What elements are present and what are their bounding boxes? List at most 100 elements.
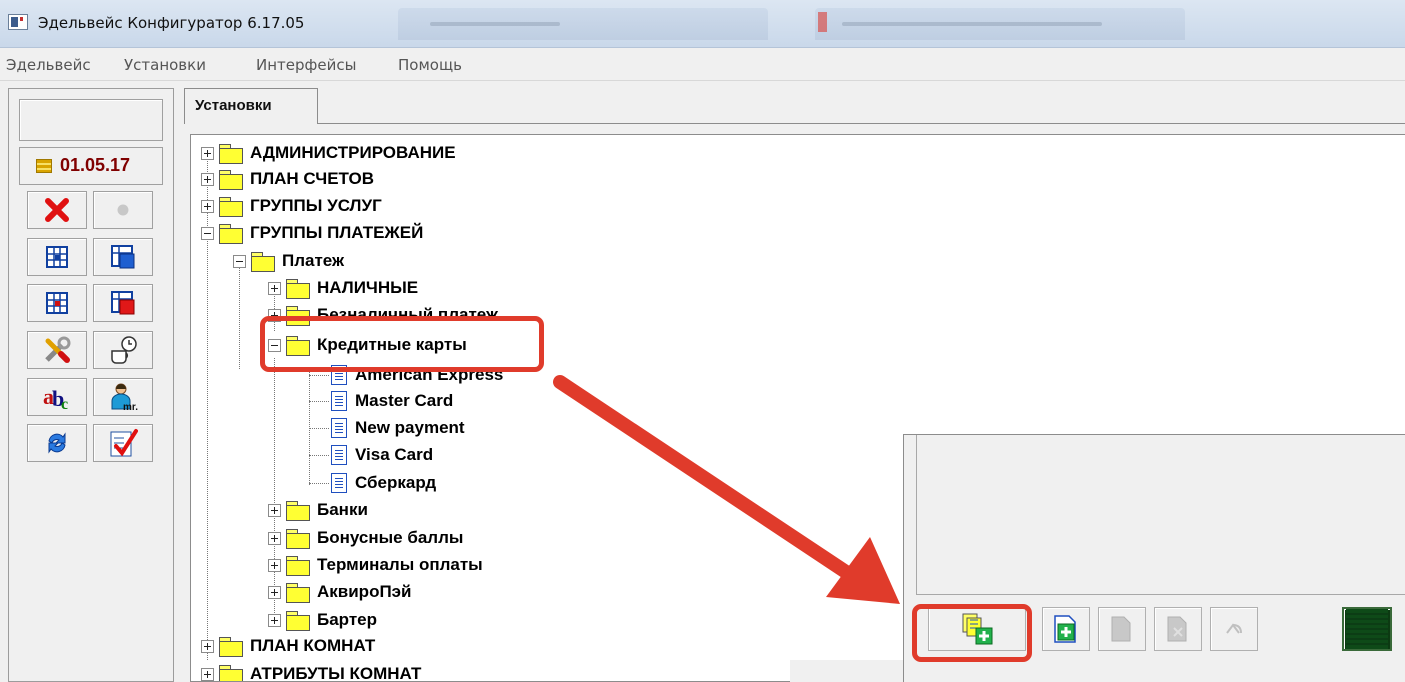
grid-open-button[interactable] — [93, 237, 153, 276]
expand-toggle[interactable] — [201, 146, 214, 160]
tree-node-label: АДМИНИСТРИРОВАНИЕ — [250, 143, 456, 162]
tree-node[interactable]: Банки — [268, 497, 368, 523]
tab-label: Установки — [195, 97, 272, 114]
tree-node[interactable]: ГРУППЫ УСЛУГ — [201, 193, 382, 219]
add-document-icon — [1054, 615, 1076, 643]
background-tab-label — [842, 22, 1102, 26]
expand-toggle[interactable] — [201, 667, 214, 681]
detail-area — [916, 435, 1405, 595]
user-icon: mr. — [111, 383, 138, 412]
tab-divider — [318, 123, 1405, 124]
folder-icon — [219, 224, 243, 244]
tree-node-label: ПЛАН КОМНАТ — [250, 636, 376, 655]
background-tab-icon — [818, 12, 827, 32]
refresh-button[interactable] — [27, 424, 87, 463]
undo-icon — [1226, 623, 1242, 634]
tree-node[interactable]: АДМИНИСТРИРОВАНИЕ — [201, 140, 456, 166]
document-icon — [331, 445, 347, 465]
tree-node-label: ГРУППЫ УСЛУГ — [250, 196, 382, 215]
tree-node[interactable]: ГРУППЫ ПЛАТЕЖЕЙ — [201, 220, 423, 246]
expand-toggle[interactable] — [201, 172, 214, 186]
folder-icon — [251, 252, 275, 272]
delete-button[interactable] — [27, 191, 87, 229]
folder-icon — [219, 144, 243, 164]
grid-open-icon — [111, 244, 135, 269]
expand-toggle[interactable] — [201, 639, 214, 653]
collapse-toggle[interactable] — [201, 226, 214, 240]
tree-node[interactable]: ПЛАН КОМНАТ — [201, 633, 375, 659]
expand-toggle[interactable] — [268, 558, 281, 572]
menu-item-help[interactable]: Помощь — [398, 56, 462, 74]
tree-node-label: Бонусные баллы — [317, 528, 464, 547]
menu-item-edelweiss[interactable]: Эдельвейс — [6, 56, 91, 74]
record-button[interactable] — [93, 191, 153, 229]
tree-connector — [309, 428, 329, 429]
folder-icon — [219, 665, 243, 681]
tree-node[interactable]: Платеж — [233, 248, 344, 274]
tree-node[interactable]: Терминалы оплаты — [268, 552, 483, 578]
folder-icon — [219, 637, 243, 657]
menu-item-interfaces[interactable]: Интерфейсы — [256, 56, 356, 74]
grid-red-icon — [46, 292, 68, 315]
add-document-button[interactable] — [1042, 607, 1090, 651]
expand-toggle[interactable] — [268, 503, 281, 517]
expand-toggle[interactable] — [201, 199, 214, 213]
expand-toggle[interactable] — [268, 585, 281, 599]
tree-node[interactable]: Сберкард — [331, 470, 436, 496]
user-button[interactable]: mr. — [93, 377, 153, 416]
tree-node[interactable]: Visa Card — [331, 442, 433, 468]
collapse-toggle[interactable] — [233, 254, 246, 268]
tree-node-label: ПЛАН СЧЕТОВ — [250, 169, 375, 188]
tree-node[interactable]: Бартер — [268, 607, 377, 633]
checklist-button[interactable] — [93, 424, 153, 463]
expand-toggle[interactable] — [268, 531, 281, 545]
grid-red-button[interactable] — [27, 284, 87, 323]
expand-toggle[interactable] — [268, 281, 281, 295]
tree-connector — [309, 455, 329, 456]
coffee-clock-button[interactable] — [93, 330, 153, 369]
tree-node-label: НАЛИЧНЫЕ — [317, 278, 419, 297]
title-bar: Эдельвейс Конфигуратор 6.17.05 — [0, 0, 1405, 48]
folder-icon — [286, 556, 310, 576]
tree-node[interactable]: Master Card — [331, 388, 453, 414]
status-strip — [790, 660, 903, 682]
menu-item-settings[interactable]: Установки — [124, 56, 206, 74]
tree-node-label: АТРИБУТЫ КОМНАТ — [250, 664, 422, 682]
grid-button[interactable] — [27, 237, 87, 276]
tree-connector — [239, 259, 240, 369]
tree-node[interactable]: АквироПэй — [268, 579, 412, 605]
edit-document-icon — [1111, 616, 1131, 642]
folder-icon — [286, 501, 310, 521]
document-icon — [331, 418, 347, 438]
delete-document-button[interactable] — [1154, 607, 1202, 651]
tree-node[interactable]: НАЛИЧНЫЕ — [268, 275, 418, 301]
tree-node[interactable]: Бонусные баллы — [268, 525, 463, 551]
date-box[interactable]: 01.05.17 — [19, 147, 163, 185]
tree-node[interactable]: New payment — [331, 415, 465, 441]
tree-node-label: Visa Card — [355, 445, 434, 464]
abc-button[interactable]: abc — [27, 377, 87, 416]
current-date: 01.05.17 — [60, 155, 131, 175]
tree-node[interactable]: АТРИБУТЫ КОМНАТ — [201, 661, 422, 682]
tree-connector — [309, 483, 329, 484]
tab-settings[interactable]: Установки — [184, 88, 318, 124]
svg-text:c: c — [61, 396, 68, 412]
svg-text:mr.: mr. — [123, 402, 138, 412]
tree-node-label: ГРУППЫ ПЛАТЕЖЕЙ — [250, 223, 424, 242]
grid-red-open-button[interactable] — [93, 284, 153, 323]
tools-button[interactable] — [27, 330, 87, 369]
status-indicator[interactable] — [1342, 607, 1392, 651]
coins-icon — [36, 159, 52, 173]
expand-toggle[interactable] — [268, 613, 281, 627]
undo-button[interactable] — [1210, 607, 1258, 651]
tree-node-label: Платеж — [282, 251, 345, 270]
tree-connector — [309, 401, 329, 402]
grid-red-open-icon — [111, 291, 135, 315]
edit-document-button[interactable] — [1098, 607, 1146, 651]
tool-grid: abc mr. — [27, 191, 173, 467]
document-icon — [331, 473, 347, 493]
status-indicator-icon — [1346, 609, 1388, 649]
folder-icon — [286, 583, 310, 603]
tools-icon — [45, 336, 71, 363]
tree-node[interactable]: ПЛАН СЧЕТОВ — [201, 166, 374, 192]
